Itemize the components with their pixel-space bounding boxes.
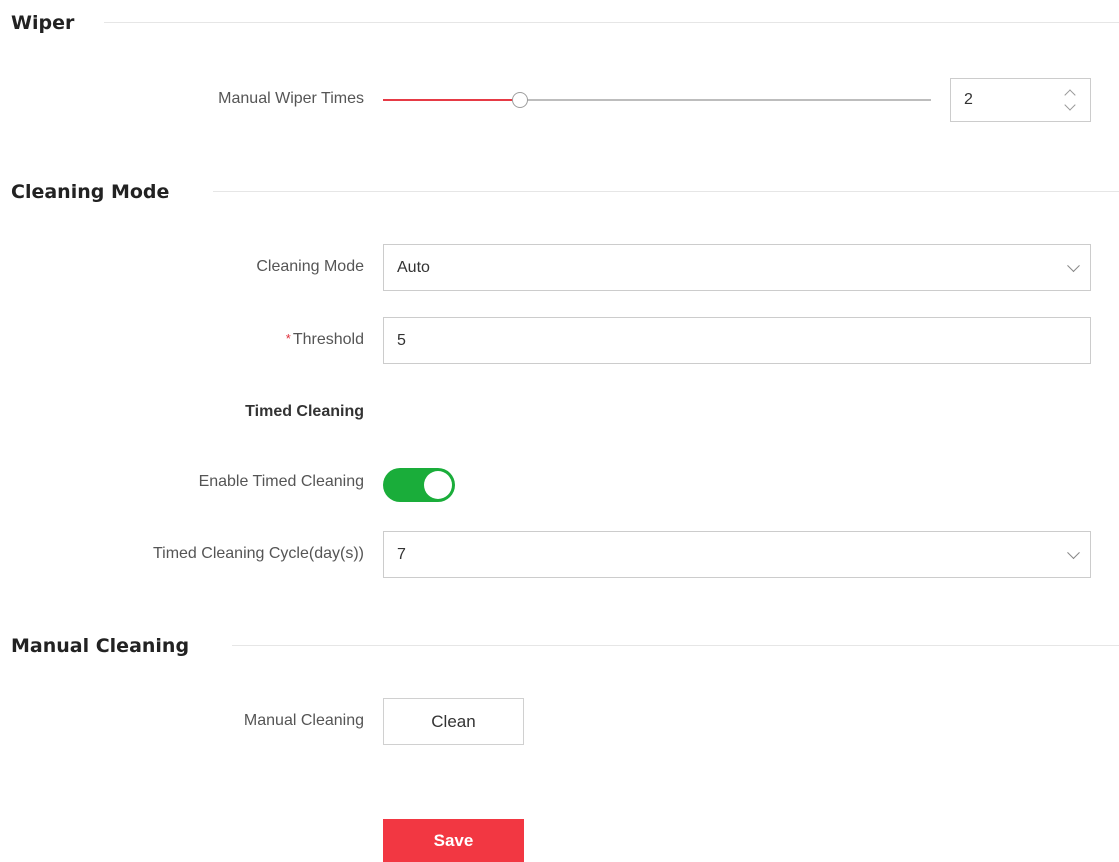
stepper-down-icon[interactable] — [1064, 99, 1076, 111]
timed-cleaning-cycle-select[interactable]: 7 — [383, 531, 1091, 578]
cleaning-mode-value: Auto — [397, 258, 430, 276]
cycle-value: 7 — [397, 545, 406, 563]
cleaning-mode-label: Cleaning Mode — [256, 258, 364, 275]
toggle-knob — [424, 471, 452, 499]
chevron-down-icon — [1067, 545, 1080, 559]
cleaning-mode-select[interactable]: Auto — [383, 244, 1091, 291]
clean-button[interactable]: Clean — [383, 698, 524, 745]
threshold-label-text: Threshold — [292, 331, 364, 348]
enable-timed-cleaning-label: Enable Timed Cleaning — [198, 473, 364, 490]
timed-cleaning-heading: Timed Cleaning — [245, 403, 364, 420]
threshold-value: 5 — [397, 331, 406, 349]
chevron-down-icon — [1067, 258, 1080, 272]
section-divider — [232, 645, 1119, 646]
slider-thumb[interactable] — [512, 92, 528, 108]
slider-fill — [383, 99, 520, 101]
section-title-manual-cleaning: Manual Cleaning — [11, 635, 190, 657]
section-title-wiper: Wiper — [11, 12, 75, 34]
save-button[interactable]: Save — [383, 819, 524, 862]
manual-cleaning-label: Manual Cleaning — [243, 712, 364, 729]
stepper-value: 2 — [964, 91, 973, 108]
enable-timed-cleaning-toggle[interactable] — [383, 468, 455, 502]
section-title-cleaning-mode: Cleaning Mode — [11, 181, 170, 203]
manual-wiper-times-slider[interactable] — [383, 92, 931, 108]
threshold-label: * Threshold — [286, 331, 364, 349]
required-mark: * — [285, 331, 291, 346]
manual-wiper-times-label: Manual Wiper Times — [218, 90, 364, 107]
manual-wiper-times-stepper[interactable]: 2 — [950, 78, 1091, 122]
section-divider — [213, 191, 1119, 192]
timed-cleaning-cycle-label: Timed Cleaning Cycle(day(s)) — [152, 545, 364, 562]
threshold-input[interactable]: 5 — [383, 317, 1091, 364]
section-divider — [104, 22, 1119, 23]
